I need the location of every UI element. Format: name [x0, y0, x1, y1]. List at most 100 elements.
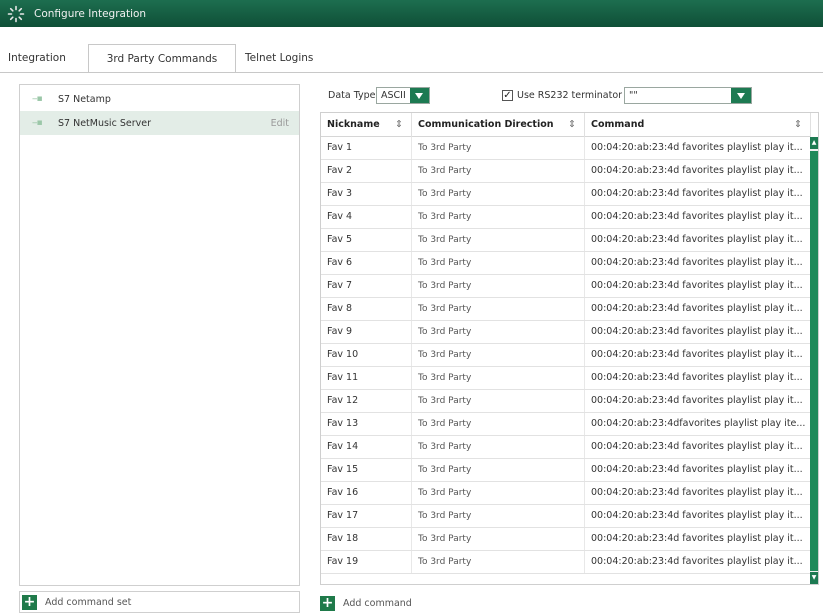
terminator-value: ""	[629, 90, 638, 101]
tab-telnet-logins[interactable]: Telnet Logins	[245, 44, 315, 72]
command-cell: 00:04:20:ab:23:4d favorites playlist pla…	[585, 390, 811, 412]
command-cell: 00:04:20:ab:23:4d favorites playlist pla…	[585, 505, 811, 527]
nickname-cell: Fav 9	[321, 321, 412, 343]
plus-icon: +	[320, 594, 335, 611]
nickname-cell: Fav 3	[321, 183, 412, 205]
command-cell: 00:04:20:ab:23:4d favorites playlist pla…	[585, 367, 811, 389]
command-cell: 00:04:20:ab:23:4d favorites playlist pla…	[585, 206, 811, 228]
direction-cell: To 3rd Party	[412, 298, 585, 320]
command-cell: 00:04:20:ab:23:4d favorites playlist pla…	[585, 229, 811, 251]
scroll-down-icon[interactable]: ▼	[810, 572, 818, 584]
command-cell: 00:04:20:ab:23:4d favorites playlist pla…	[585, 183, 811, 205]
tab-integration[interactable]: Integration	[8, 44, 70, 72]
table-row[interactable]: Fav 15 To 3rd Party 00:04:20:ab:23:4d favo…	[321, 459, 811, 482]
nickname-cell: Fav 8	[321, 298, 412, 320]
rs232-terminator-label: Use RS232 terminator	[517, 90, 623, 101]
direction-cell: To 3rd Party	[412, 183, 585, 205]
table-row[interactable]: Fav 12 To 3rd Party 00:04:20:ab:23:4d favo…	[321, 390, 811, 413]
direction-cell: To 3rd Party	[412, 367, 585, 389]
direction-cell: To 3rd Party	[412, 275, 585, 297]
table-row[interactable]: Fav 18 To 3rd Party 00:04:20:ab:23:4d favo…	[321, 528, 811, 551]
sort-icon: ⇕	[395, 119, 403, 130]
nickname-cell: Fav 13	[321, 413, 412, 435]
direction-cell: To 3rd Party	[412, 344, 585, 366]
terminator-select[interactable]: ""	[624, 87, 752, 104]
table-row[interactable]: Fav 11 To 3rd Party 00:04:20:ab:23:4d favo…	[321, 367, 811, 390]
table-row[interactable]: Fav 16 To 3rd Party 00:04:20:ab:23:4d favo…	[321, 482, 811, 505]
add-command-set-label: Add command set	[45, 596, 132, 608]
command-set-item[interactable]: --▪ S7 Netamp	[20, 87, 299, 111]
window-title: Configure Integration	[34, 7, 147, 20]
data-type-value: ASCII	[381, 90, 406, 101]
add-command-button[interactable]: + Add command	[320, 594, 412, 612]
direction-cell: To 3rd Party	[412, 229, 585, 251]
data-type-select[interactable]: ASCII	[376, 87, 430, 104]
scroll-up-icon[interactable]: ▲	[810, 137, 818, 149]
command-cell: 00:04:20:ab:23:4d favorites playlist pla…	[585, 298, 811, 320]
table-row[interactable]: Fav 9 To 3rd Party 00:04:20:ab:23:4d favor…	[321, 321, 811, 344]
nickname-cell: Fav 16	[321, 482, 412, 504]
edit-link[interactable]: Edit	[271, 118, 289, 129]
title-bar: Configure Integration	[0, 0, 823, 27]
command-cell: 00:04:20:ab:23:4dfavorites playlist play…	[585, 413, 811, 435]
rs232-terminator-checkbox[interactable]: ✓	[502, 90, 513, 101]
table-row[interactable]: Fav 2 To 3rd Party 00:04:20:ab:23:4d favor…	[321, 160, 811, 183]
command-cell: 00:04:20:ab:23:4d favorites playlist pla…	[585, 482, 811, 504]
command-set-name: S7 Netamp	[58, 93, 111, 105]
direction-cell: To 3rd Party	[412, 252, 585, 274]
chevron-down-icon	[409, 88, 429, 103]
nickname-cell: Fav 15	[321, 459, 412, 481]
table-row[interactable]: Fav 14 To 3rd Party 00:04:20:ab:23:4d favo…	[321, 436, 811, 459]
nickname-cell: Fav 17	[321, 505, 412, 527]
column-header-command[interactable]: Command ⇕	[585, 113, 811, 137]
table-row[interactable]: Fav 5 To 3rd Party 00:04:20:ab:23:4d favor…	[321, 229, 811, 252]
direction-cell: To 3rd Party	[412, 321, 585, 343]
chevron-down-icon	[731, 88, 751, 103]
direction-cell: To 3rd Party	[412, 436, 585, 458]
direction-cell: To 3rd Party	[412, 459, 585, 481]
command-set-item-selected[interactable]: --▪ S7 NetMusic Server Edit	[20, 111, 299, 135]
scroll-thumb[interactable]	[810, 151, 818, 571]
command-cell: 00:04:20:ab:23:4d favorites playlist pla…	[585, 344, 811, 366]
tree-connector-icon: --▪	[32, 94, 43, 104]
table-row[interactable]: Fav 13 To 3rd Party 00:04:20:ab:23:4dfavor…	[321, 413, 811, 436]
tab-divider	[0, 72, 823, 73]
table-row[interactable]: Fav 17 To 3rd Party 00:04:20:ab:23:4d favo…	[321, 505, 811, 528]
tab-bar: Integration 3rd Party Commands Telnet Lo…	[0, 44, 823, 73]
nickname-cell: Fav 11	[321, 367, 412, 389]
add-command-set-button[interactable]: + Add command set	[19, 591, 300, 613]
table-row[interactable]: Fav 6 To 3rd Party 00:04:20:ab:23:4d favor…	[321, 252, 811, 275]
column-label: Nickname	[327, 119, 380, 130]
nickname-cell: Fav 10	[321, 344, 412, 366]
table-row[interactable]: Fav 10 To 3rd Party 00:04:20:ab:23:4d favo…	[321, 344, 811, 367]
column-header-direction[interactable]: Communication Direction ⇕	[412, 113, 585, 137]
table-row[interactable]: Fav 8 To 3rd Party 00:04:20:ab:23:4d favor…	[321, 298, 811, 321]
table-row[interactable]: Fav 19 To 3rd Party 00:04:20:ab:23:4d favo…	[321, 551, 811, 574]
table-header: Nickname ⇕ Communication Direction ⇕ Com…	[321, 113, 811, 137]
nickname-cell: Fav 2	[321, 160, 412, 182]
direction-cell: To 3rd Party	[412, 413, 585, 435]
table-row[interactable]: Fav 1 To 3rd Party 00:04:20:ab:23:4d favor…	[321, 137, 811, 160]
table-row[interactable]: Fav 4 To 3rd Party 00:04:20:ab:23:4d favor…	[321, 206, 811, 229]
column-label: Communication Direction	[418, 119, 554, 130]
direction-cell: To 3rd Party	[412, 528, 585, 550]
command-cell: 00:04:20:ab:23:4d favorites playlist pla…	[585, 528, 811, 550]
nickname-cell: Fav 1	[321, 137, 412, 159]
nickname-cell: Fav 19	[321, 551, 412, 573]
table-row[interactable]: Fav 3 To 3rd Party 00:04:20:ab:23:4d favor…	[321, 183, 811, 206]
command-cell: 00:04:20:ab:23:4d favorites playlist pla…	[585, 137, 811, 159]
command-controls: Data Type ASCII ✓ Use RS232 terminator "…	[320, 84, 820, 108]
tab-3rd-party-commands[interactable]: 3rd Party Commands	[88, 44, 236, 73]
app-logo-icon	[6, 4, 26, 24]
table-row[interactable]: Fav 7 To 3rd Party 00:04:20:ab:23:4d favor…	[321, 275, 811, 298]
command-cell: 00:04:20:ab:23:4d favorites playlist pla…	[585, 321, 811, 343]
commands-table: Nickname ⇕ Communication Direction ⇕ Com…	[320, 112, 819, 585]
vertical-scrollbar[interactable]: ▲ ▼	[810, 137, 818, 584]
data-type-label: Data Type	[328, 90, 376, 101]
sort-icon: ⇕	[794, 119, 802, 130]
column-label: Command	[591, 119, 645, 130]
command-cell: 00:04:20:ab:23:4d favorites playlist pla…	[585, 275, 811, 297]
direction-cell: To 3rd Party	[412, 206, 585, 228]
column-header-nickname[interactable]: Nickname ⇕	[321, 113, 412, 137]
nickname-cell: Fav 6	[321, 252, 412, 274]
